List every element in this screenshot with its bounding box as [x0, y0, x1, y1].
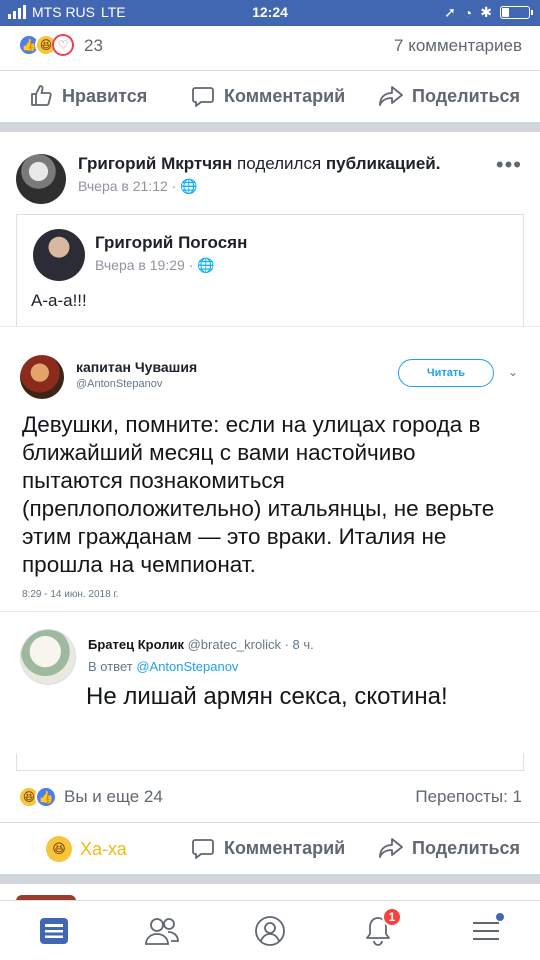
share-label: Поделиться: [412, 837, 521, 858]
share-label: Поделиться: [412, 85, 521, 106]
reply-author-handle: @bratec_krolick · 8 ч.: [187, 637, 314, 652]
reply-author-name: Братец Кролик: [88, 637, 184, 652]
globe-icon: 🌐: [180, 178, 198, 194]
reacted-users[interactable]: Вы и еще 24: [64, 787, 163, 807]
author-avatar[interactable]: [16, 154, 66, 204]
tweet-author-avatar: [20, 355, 64, 399]
tab-friends[interactable]: [144, 913, 180, 949]
share-button[interactable]: Поделиться: [378, 836, 520, 860]
share-button[interactable]: Поделиться: [378, 84, 520, 108]
tweet-separator: [0, 611, 540, 612]
menu-indicator-dot: [496, 913, 504, 921]
original-author[interactable]: Григорий Погосян: [95, 233, 247, 253]
menu-icon: [473, 922, 499, 940]
chevron-down-icon: ⌄: [508, 365, 519, 379]
post-author[interactable]: Григорий Мкртчян: [78, 154, 232, 173]
more-options-button[interactable]: •••: [496, 152, 522, 178]
tweet-author-name: капитан Чувашия: [76, 359, 198, 375]
comment-button[interactable]: Комментарий: [190, 84, 345, 108]
feed-divider: [0, 874, 540, 884]
action-bar: Нравится Комментарий Поделиться: [0, 70, 540, 120]
original-text: А-а-а!!!: [31, 291, 87, 310]
haha-label: Ха-ха: [80, 838, 127, 859]
reply-to-prefix: В ответ: [88, 659, 133, 674]
bottom-tab-bar: 1: [0, 900, 540, 960]
location-icon: ➚: [444, 4, 456, 20]
reposts-count[interactable]: Перепосты: 1: [415, 787, 522, 807]
globe-icon: 🌐: [197, 257, 215, 273]
reply-text: Не лишай армян секса, скотина!: [86, 683, 448, 710]
love-reaction-icon: ♡: [52, 34, 74, 56]
bluetooth-icon: ✱: [480, 4, 492, 20]
profile-icon: [255, 916, 285, 946]
share-icon: [378, 836, 404, 860]
shared-post-border: [16, 753, 524, 771]
tweet-image[interactable]: капитан Чувашия @AntonStepanov Читать ⌄ …: [0, 326, 540, 771]
original-time: Вчера в 19:29 · 🌐: [95, 257, 215, 274]
comment-label: Комментарий: [224, 85, 346, 106]
like-label: Нравится: [62, 85, 148, 106]
shared-post[interactable]: Григорий Погосян Вчера в 19:29 · 🌐 А-а-а…: [16, 214, 524, 326]
feed-divider: [0, 122, 540, 132]
battery-icon: [500, 6, 533, 19]
like-button[interactable]: Нравится: [28, 84, 147, 108]
tab-news-feed[interactable]: [36, 913, 72, 949]
haha-button[interactable]: 😆 Ха-ха: [46, 836, 127, 862]
reply-to-line: В ответ @AntonStepanov: [88, 659, 238, 674]
shared-object-link[interactable]: публикацией.: [326, 154, 441, 173]
reactions-summary[interactable]: 👍 😆 ♡ 23 7 комментариев: [0, 30, 540, 62]
follow-button: Читать: [398, 359, 494, 387]
original-time-text: Вчера в 19:29 ·: [95, 257, 194, 273]
post-stats[interactable]: 😆 👍 Вы и еще 24 Перепосты: 1: [0, 780, 540, 814]
bottom-action-bar: 😆 Ха-ха Комментарий Поделиться: [0, 822, 540, 872]
status-bar: MTS RUS LTE 12:24 ➚ ◔ ✱: [0, 0, 540, 26]
tweet-date: 8:29 - 14 июн. 2018 г.: [22, 589, 119, 600]
reply-author-line: Братец Кролик @bratec_krolick · 8 ч.: [88, 637, 314, 652]
post-time-text: Вчера в 21:12 ·: [78, 178, 177, 194]
shared-verb: поделился: [237, 154, 322, 173]
haha-icon: 😆: [46, 836, 72, 862]
comment-icon: [190, 836, 216, 860]
share-icon: [378, 84, 404, 108]
original-author-avatar[interactable]: [33, 229, 85, 281]
news-feed-icon: [40, 918, 68, 944]
like-reaction-icon: 👍: [35, 786, 57, 808]
post-header: Григорий Мкртчян поделился публикацией. …: [0, 146, 540, 206]
reactions-count: 23: [84, 36, 103, 55]
post-author-line: Григорий Мкртчян поделился публикацией.: [78, 154, 440, 174]
tab-notifications[interactable]: 1: [360, 907, 402, 949]
comment-label: Комментарий: [224, 837, 346, 858]
friends-icon: [145, 918, 179, 945]
reply-to-handle: @AntonStepanov: [136, 659, 239, 674]
tab-profile[interactable]: [252, 913, 288, 949]
comment-icon: [190, 84, 216, 108]
tweet-author-handle: @AntonStepanov: [76, 378, 163, 390]
tab-menu[interactable]: [468, 913, 504, 949]
comments-count-link[interactable]: 7 комментариев: [394, 36, 522, 56]
post-time: Вчера в 21:12 · 🌐: [78, 178, 198, 195]
thumbs-up-icon: [28, 84, 54, 108]
comment-button[interactable]: Комментарий: [190, 836, 345, 860]
alarm-icon: ◔: [463, 4, 473, 21]
notifications-badge: 1: [382, 907, 402, 927]
tweet-text: Девушки, помните: если на улицах города …: [22, 412, 495, 577]
reply-author-avatar: [20, 629, 76, 685]
